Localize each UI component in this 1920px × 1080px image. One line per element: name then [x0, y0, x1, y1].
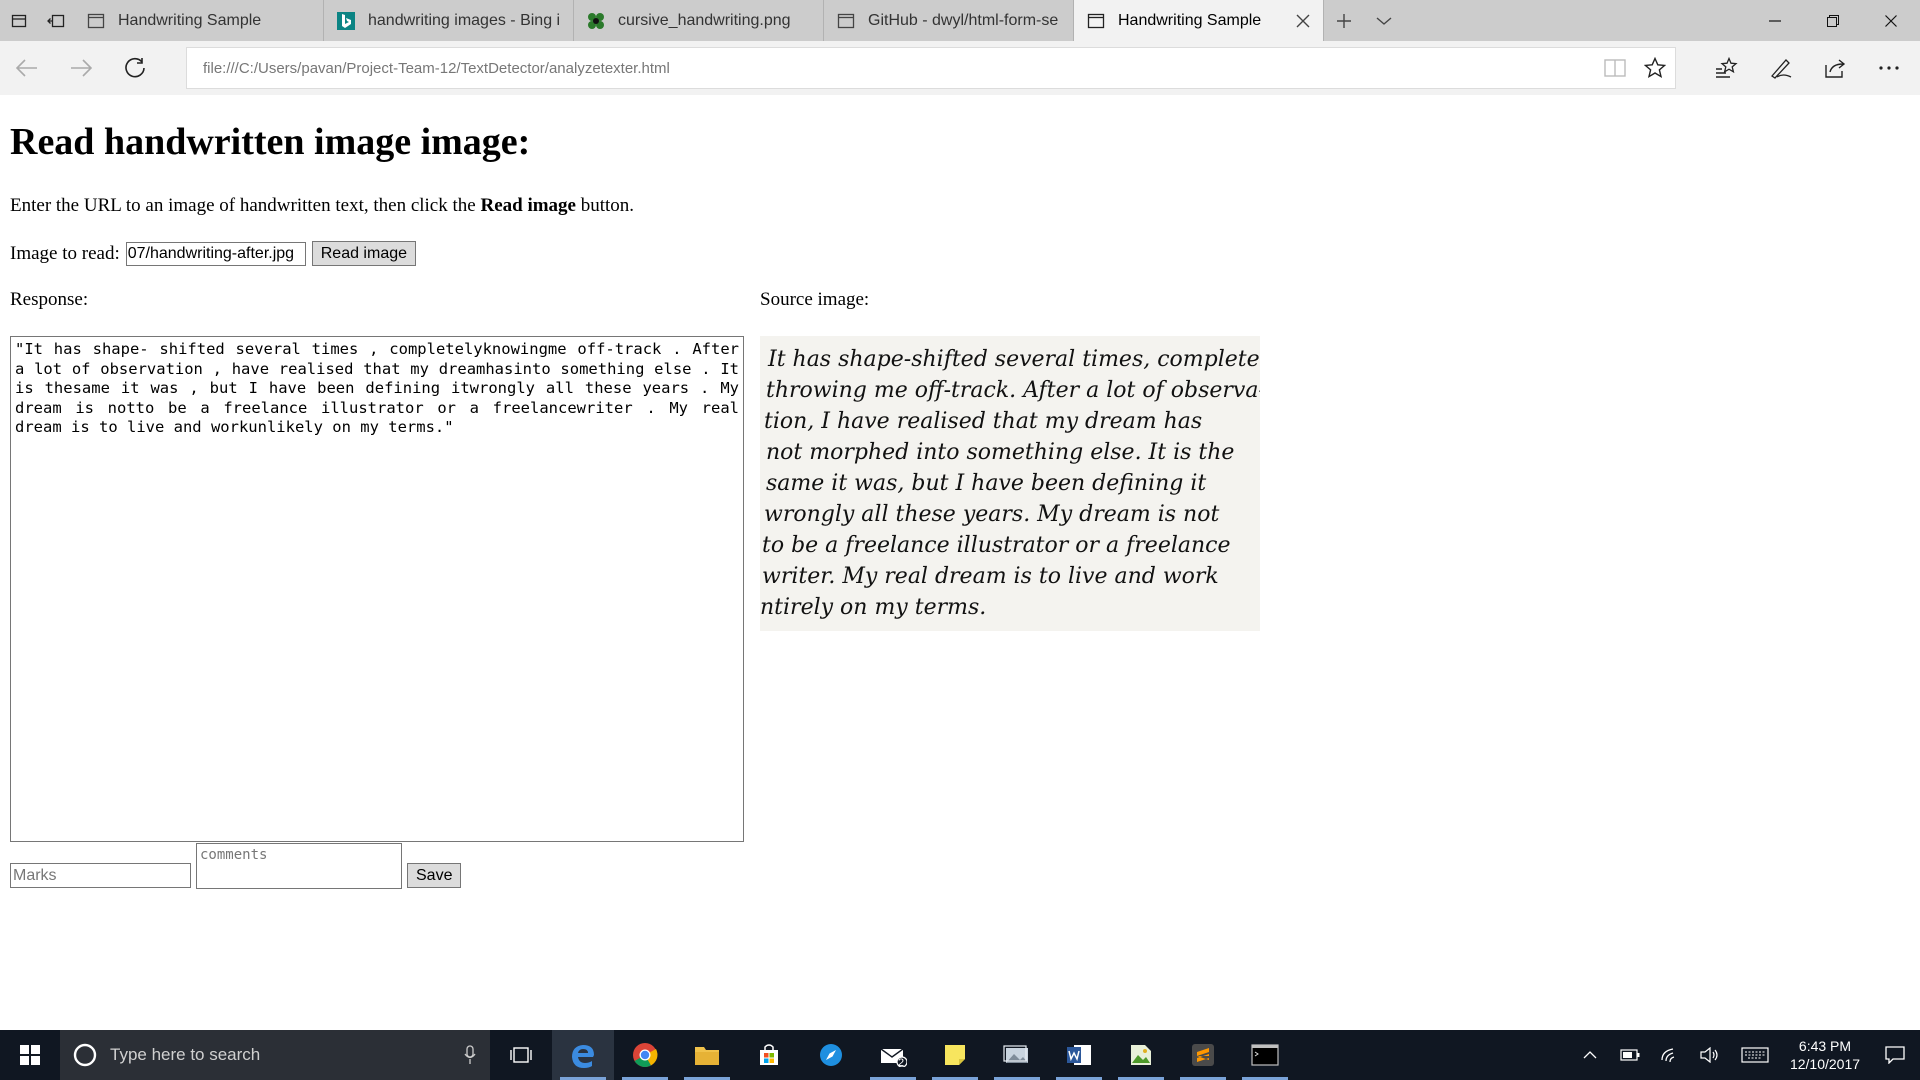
- tab-github[interactable]: GitHub - dwyl/html-form-se: [824, 0, 1074, 41]
- file-explorer-icon[interactable]: [676, 1030, 738, 1080]
- image-tab-icon: [586, 11, 606, 31]
- command-prompt-icon[interactable]: [1234, 1030, 1296, 1080]
- handwriting-line: It has shape-shifted several times, comp…: [767, 347, 1260, 372]
- handwriting-line: throwing me off-track. After a lot of ob…: [766, 378, 1260, 403]
- page-icon: [836, 11, 856, 31]
- action-center-icon[interactable]: [1870, 1030, 1920, 1080]
- microphone-icon[interactable]: [450, 1045, 490, 1065]
- marks-input[interactable]: Marks: [10, 863, 191, 888]
- navigation-bar: file:///C:/Users/pavan/Project-Team-12/T…: [0, 41, 1920, 95]
- intro-before: Enter the URL to an image of handwritten…: [10, 195, 481, 216]
- search-placeholder: Type here to search: [110, 1045, 261, 1064]
- task-view-icon[interactable]: [490, 1030, 552, 1080]
- refresh-icon[interactable]: [108, 41, 162, 95]
- tab-bing-images[interactable]: handwriting images - Bing i: [324, 0, 574, 41]
- sticky-notes-icon[interactable]: [924, 1030, 986, 1080]
- system-tray: 6:43 PM 12/10/2017: [1570, 1030, 1920, 1080]
- page-icon: [1086, 11, 1106, 31]
- clock-date: 12/10/2017: [1789, 1056, 1861, 1072]
- address-text[interactable]: file:///C:/Users/pavan/Project-Team-12/T…: [203, 60, 1595, 77]
- comments-textarea[interactable]: comments: [196, 843, 402, 889]
- response-label: Response:: [10, 289, 89, 310]
- safari-compass-icon[interactable]: [800, 1030, 862, 1080]
- tab-restore-icon[interactable]: [37, 0, 74, 41]
- tab-title: handwriting images - Bing i: [368, 11, 561, 29]
- restore-icon[interactable]: [1804, 0, 1862, 41]
- response-textarea[interactable]: "It has shape- shifted several times , c…: [10, 336, 744, 842]
- handwriting-line: wrongly all these years. My dream is not: [764, 502, 1219, 527]
- share-icon[interactable]: [1808, 41, 1862, 95]
- window-controls: [1746, 0, 1920, 41]
- tab-title: cursive_handwriting.png: [618, 11, 791, 29]
- page-content: Read handwritten image image: Enter the …: [0, 95, 1920, 1030]
- page-icon: [86, 11, 106, 31]
- handwriting-line: to be a freelance illustrator or a freel…: [762, 533, 1231, 558]
- tab-title: Handwriting Sample: [1118, 11, 1262, 29]
- store-icon[interactable]: [738, 1030, 800, 1080]
- comments-placeholder: comments: [200, 847, 268, 863]
- image-url-label: Image to read:: [10, 242, 120, 264]
- intro-bold: Read image: [480, 195, 576, 216]
- tab-handwriting-sample-1[interactable]: Handwriting Sample: [74, 0, 324, 41]
- wifi-icon[interactable]: [1650, 1030, 1690, 1080]
- chrome-icon[interactable]: [614, 1030, 676, 1080]
- tab-strip: Handwriting Sample handwriting images - …: [0, 0, 1920, 41]
- intro-text: Enter the URL to an image of handwritten…: [10, 195, 634, 217]
- page-title: Read handwritten image image:: [10, 121, 531, 163]
- image-viewer-icon[interactable]: [1110, 1030, 1172, 1080]
- sublime-text-icon[interactable]: [1172, 1030, 1234, 1080]
- forward-arrow-icon[interactable]: [54, 41, 108, 95]
- bing-icon: [336, 11, 356, 31]
- keyboard-icon[interactable]: [1730, 1030, 1780, 1080]
- handwriting-line: ntirely on my terms.: [760, 595, 986, 620]
- taskbar-search-box[interactable]: Type here to search: [60, 1030, 490, 1080]
- clock-time: 6:43 PM: [1798, 1038, 1852, 1054]
- mail-badge: 2: [898, 1057, 905, 1069]
- tab-set-aside-icon[interactable]: [0, 0, 37, 41]
- source-image: It has shape-shifted several times, comp…: [760, 336, 1260, 631]
- volume-icon[interactable]: [1690, 1030, 1730, 1080]
- marks-placeholder: Marks: [13, 866, 57, 884]
- source-image-label: Source image:: [760, 289, 870, 310]
- tab-title: GitHub - dwyl/html-form-se: [868, 11, 1059, 29]
- battery-icon[interactable]: [1610, 1030, 1650, 1080]
- image-url-value: 07/handwriting-after.jpg: [127, 244, 295, 262]
- windows-start-icon[interactable]: [0, 1030, 60, 1080]
- tab-cursive-handwriting-png[interactable]: cursive_handwriting.png: [574, 0, 824, 41]
- new-tab-icon[interactable]: [1324, 0, 1364, 41]
- edge-browser-icon[interactable]: [552, 1030, 614, 1080]
- minimize-icon[interactable]: [1746, 0, 1804, 41]
- image-url-input[interactable]: 07/handwriting-after.jpg: [125, 241, 306, 266]
- more-options-icon[interactable]: [1862, 41, 1916, 95]
- back-arrow-icon[interactable]: [0, 41, 54, 95]
- close-window-icon[interactable]: [1862, 0, 1920, 41]
- handwriting-line: writer. My real dream is to live and wor…: [762, 564, 1219, 589]
- photos-app-icon[interactable]: [986, 1030, 1048, 1080]
- chevron-down-icon[interactable]: [1364, 0, 1404, 41]
- handwriting-line: not morphed into something else. It is t…: [766, 440, 1234, 465]
- handwriting-line: tion, I have realised that my dream has: [764, 409, 1202, 434]
- cortana-circle-icon: [72, 1042, 98, 1068]
- save-button[interactable]: Save: [407, 863, 462, 888]
- read-image-button[interactable]: Read image: [311, 241, 417, 266]
- taskbar: Type here to search 2 6:43 PM 12/10/2017: [0, 1030, 1920, 1080]
- show-hidden-icons-chevron-icon[interactable]: [1570, 1030, 1610, 1080]
- close-tab-icon[interactable]: [1293, 11, 1313, 31]
- tab-title: Handwriting Sample: [118, 11, 262, 29]
- word-icon[interactable]: [1048, 1030, 1110, 1080]
- image-url-row: Image to read: 07/handwriting-after.jpg …: [10, 241, 417, 266]
- clock[interactable]: 6:43 PM 12/10/2017: [1780, 1037, 1870, 1073]
- reading-view-icon[interactable]: [1595, 48, 1635, 88]
- favorite-star-icon[interactable]: [1635, 48, 1675, 88]
- mail-icon[interactable]: 2: [862, 1030, 924, 1080]
- intro-after: button.: [575, 195, 635, 216]
- handwriting-line: same it was, but I have been defining it: [766, 471, 1206, 496]
- favorites-hub-icon[interactable]: [1700, 41, 1754, 95]
- toolbar-right: [1700, 41, 1916, 95]
- tab-handwriting-sample-active[interactable]: Handwriting Sample: [1074, 0, 1324, 41]
- pen-notes-icon[interactable]: [1754, 41, 1808, 95]
- address-bar[interactable]: file:///C:/Users/pavan/Project-Team-12/T…: [186, 47, 1676, 89]
